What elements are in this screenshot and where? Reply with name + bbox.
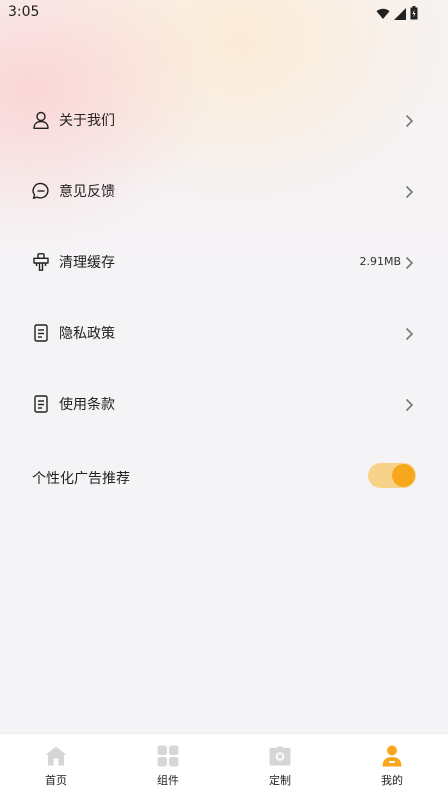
personalized-ads-toggle[interactable] — [368, 463, 416, 488]
chevron-right-icon — [404, 113, 414, 127]
profile-icon — [381, 745, 403, 767]
chat-icon — [32, 182, 50, 200]
settings-item-personalized-ads: 个性化广告推荐 — [0, 441, 448, 511]
status-icons — [376, 5, 418, 24]
status-bar: 3:05 — [0, 0, 448, 24]
signal-icon — [394, 5, 406, 24]
settings-item-about-us[interactable]: 关于我们 — [0, 84, 448, 155]
status-time: 3:05 — [8, 4, 40, 20]
nav-item-widgets[interactable]: 组件 — [112, 734, 224, 796]
nav-item-home[interactable]: 首页 — [0, 734, 112, 796]
settings-item-label: 使用条款 — [59, 396, 115, 413]
nav-item-customize[interactable]: 定制 — [224, 734, 336, 796]
battery-icon — [410, 5, 418, 24]
nav-label: 组件 — [157, 774, 179, 787]
settings-item-feedback[interactable]: 意见反馈 — [0, 155, 448, 226]
personalized-ads-label: 个性化广告推荐 — [32, 471, 130, 487]
chevron-right-icon — [404, 326, 414, 340]
chevron-right-icon — [404, 397, 414, 411]
nav-label: 我的 — [381, 774, 403, 787]
nav-label: 定制 — [269, 774, 291, 787]
settings-item-label: 隐私政策 — [59, 325, 115, 342]
camera-icon — [269, 745, 291, 767]
nav-item-mine[interactable]: 我的 — [336, 734, 448, 796]
settings-list: 关于我们 意见反馈 清理缓存 2.91MB 隐私政策 使用条款 — [0, 84, 448, 439]
document-icon — [32, 394, 50, 413]
user-icon — [32, 111, 50, 129]
chevron-right-icon — [404, 184, 414, 198]
grid-icon — [157, 745, 179, 767]
wifi-icon — [376, 5, 390, 24]
settings-item-clear-cache[interactable]: 清理缓存 2.91MB — [0, 226, 448, 297]
chevron-right-icon — [404, 255, 414, 269]
settings-item-label: 意见反馈 — [59, 183, 115, 200]
broom-icon — [32, 252, 50, 271]
settings-item-privacy-policy[interactable]: 隐私政策 — [0, 297, 448, 368]
cache-size-value: 2.91MB — [359, 255, 401, 268]
toggle-knob — [392, 464, 415, 487]
settings-item-label: 关于我们 — [59, 112, 115, 129]
nav-label: 首页 — [45, 774, 67, 787]
document-icon — [32, 323, 50, 342]
home-icon — [45, 745, 67, 767]
settings-item-terms-of-use[interactable]: 使用条款 — [0, 368, 448, 439]
bottom-nav: 首页 组件 定制 我的 — [0, 733, 448, 796]
settings-item-label: 清理缓存 — [59, 254, 115, 271]
